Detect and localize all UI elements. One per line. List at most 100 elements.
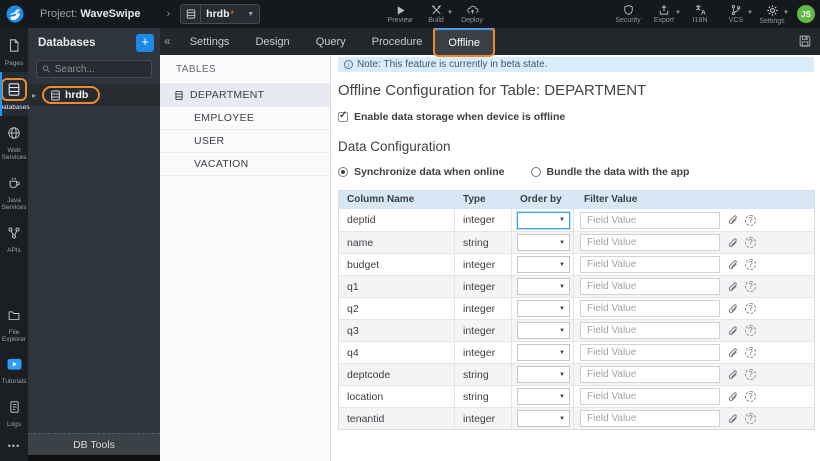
sidebar-item-web-services[interactable]: Web Services bbox=[0, 116, 28, 166]
radio-unselected-icon[interactable] bbox=[530, 167, 541, 177]
filter-value-input[interactable] bbox=[580, 256, 720, 273]
radio-selected-icon[interactable] bbox=[338, 167, 348, 177]
enable-offline-storage-checkbox[interactable]: Enable data storage when device is offli… bbox=[338, 110, 814, 123]
settings-button[interactable]: Settings ▼ bbox=[754, 0, 790, 28]
add-database-button[interactable]: + bbox=[136, 34, 154, 52]
help-icon[interactable]: ? bbox=[745, 413, 756, 424]
order-by-select[interactable]: ▼ bbox=[517, 300, 570, 317]
table-row: q4 integer ▼ ? bbox=[339, 341, 814, 363]
table-row: q3 integer ▼ ? bbox=[339, 319, 814, 341]
help-icon[interactable]: ? bbox=[745, 391, 756, 402]
export-button[interactable]: Export ▼ bbox=[646, 0, 682, 28]
more-options-button[interactable]: ••• bbox=[8, 433, 20, 461]
filter-value-input[interactable] bbox=[580, 344, 720, 361]
filter-value-input[interactable] bbox=[580, 322, 720, 339]
bind-variable-icon[interactable] bbox=[727, 259, 739, 271]
radio-synchronize-online[interactable]: Synchronize data when online bbox=[338, 166, 505, 178]
bind-variable-icon[interactable] bbox=[727, 214, 739, 226]
collapse-panel-button[interactable]: « bbox=[160, 34, 177, 50]
order-by-select[interactable]: ▼ bbox=[517, 234, 570, 251]
chevron-down-icon: ▼ bbox=[559, 349, 565, 356]
search-icon bbox=[42, 65, 50, 73]
i18n-button[interactable]: A I18N bbox=[682, 0, 718, 28]
column-name-cell: deptcode bbox=[339, 364, 455, 385]
checkbox-checked-icon[interactable] bbox=[338, 110, 348, 122]
order-by-select[interactable]: ▼ bbox=[517, 256, 570, 273]
sidebar-item-tutorials[interactable]: Tutorials bbox=[0, 348, 28, 390]
vcs-button[interactable]: VCS ▼ bbox=[718, 0, 754, 28]
svg-text:A: A bbox=[700, 10, 705, 17]
table-item-vacation[interactable]: VACATION bbox=[160, 153, 330, 176]
app-logo[interactable] bbox=[0, 5, 30, 23]
bind-variable-icon[interactable] bbox=[727, 303, 739, 315]
filter-value-input[interactable] bbox=[580, 410, 720, 427]
help-icon[interactable]: ? bbox=[745, 303, 756, 314]
bind-variable-icon[interactable] bbox=[727, 281, 739, 293]
table-item-user[interactable]: USER bbox=[160, 130, 330, 153]
table-item-department[interactable]: DEPARTMENT bbox=[160, 84, 330, 107]
search-input[interactable] bbox=[54, 63, 146, 75]
wavemaker-logo-icon bbox=[6, 5, 24, 23]
translate-icon: A bbox=[695, 5, 705, 17]
security-button[interactable]: Security bbox=[610, 0, 646, 28]
help-icon[interactable]: ? bbox=[745, 347, 756, 358]
type-cell: string bbox=[455, 386, 512, 407]
save-button[interactable] bbox=[798, 34, 812, 48]
tab-design[interactable]: Design bbox=[242, 28, 302, 55]
filter-value-input[interactable] bbox=[580, 366, 720, 383]
order-by-select[interactable]: ▼ bbox=[517, 278, 570, 295]
chevron-down-icon: ▼ bbox=[559, 217, 565, 223]
preview-button[interactable]: Preview bbox=[382, 0, 418, 28]
column-name-cell: q1 bbox=[339, 276, 455, 297]
bind-variable-icon[interactable] bbox=[727, 369, 739, 381]
filter-value-input[interactable] bbox=[580, 234, 720, 251]
filter-value-input[interactable] bbox=[580, 388, 720, 405]
order-by-select[interactable]: ▼ bbox=[517, 322, 570, 339]
database-search[interactable] bbox=[36, 60, 152, 78]
help-icon[interactable]: ? bbox=[745, 325, 756, 336]
order-by-select[interactable]: ▼ bbox=[517, 344, 570, 361]
bind-variable-icon[interactable] bbox=[727, 413, 739, 425]
expand-arrow-icon[interactable]: ▸ bbox=[32, 91, 42, 100]
type-cell: integer bbox=[455, 276, 512, 297]
help-icon[interactable]: ? bbox=[745, 214, 756, 226]
help-icon[interactable]: ? bbox=[745, 237, 756, 248]
order-by-select[interactable]: ▼ bbox=[517, 388, 570, 405]
sidebar-item-pages[interactable]: Pages bbox=[0, 28, 28, 72]
table-item-employee[interactable]: EMPLOYEE bbox=[160, 107, 330, 130]
bind-variable-icon[interactable] bbox=[727, 325, 739, 337]
beta-note-banner: i Note: This feature is currently in bet… bbox=[338, 57, 814, 72]
tab-offline[interactable]: Offline bbox=[433, 26, 496, 57]
globe-icon bbox=[8, 127, 20, 139]
tab-query[interactable]: Query bbox=[303, 28, 359, 55]
order-by-select[interactable]: ▼ bbox=[517, 410, 570, 427]
database-tree-item-hrdb[interactable]: ▸ hrdb bbox=[28, 84, 160, 106]
user-avatar[interactable]: JS bbox=[797, 5, 815, 23]
tab-procedure[interactable]: Procedure bbox=[359, 28, 436, 55]
filter-value-input[interactable] bbox=[580, 211, 720, 229]
build-button[interactable]: Build ▼ bbox=[418, 0, 454, 28]
sidebar-item-java-services[interactable]: Java Services bbox=[0, 166, 28, 216]
table-row: budget integer ▼ ? bbox=[339, 253, 814, 275]
order-by-select[interactable]: ▼ bbox=[517, 211, 570, 229]
bind-variable-icon[interactable] bbox=[727, 237, 739, 249]
help-icon[interactable]: ? bbox=[745, 369, 756, 380]
deploy-button[interactable]: Deploy bbox=[454, 0, 490, 28]
sidebar-item-file-explorer[interactable]: File Explorer bbox=[0, 299, 28, 348]
tab-settings[interactable]: Settings bbox=[177, 28, 243, 55]
chevron-down-icon: ▼ bbox=[559, 327, 565, 334]
filter-value-input[interactable] bbox=[580, 300, 720, 317]
help-icon[interactable]: ? bbox=[745, 259, 756, 270]
radio-bundle-with-app[interactable]: Bundle the data with the app bbox=[530, 166, 689, 178]
help-icon[interactable]: ? bbox=[745, 281, 756, 292]
order-by-select[interactable]: ▼ bbox=[517, 366, 570, 383]
database-selector-dropdown[interactable]: hrdb * ▼ bbox=[180, 4, 261, 24]
sidebar-item-apis[interactable]: APIs bbox=[0, 216, 28, 259]
filter-value-input[interactable] bbox=[580, 278, 720, 295]
bind-variable-icon[interactable] bbox=[727, 347, 739, 359]
sidebar-item-databases[interactable]: Databases bbox=[0, 72, 30, 116]
db-tools-button[interactable]: DB Tools bbox=[28, 433, 160, 455]
sidebar-item-logs[interactable]: Logs bbox=[0, 390, 28, 433]
bind-variable-icon[interactable] bbox=[727, 391, 739, 403]
folder-icon bbox=[8, 311, 20, 321]
